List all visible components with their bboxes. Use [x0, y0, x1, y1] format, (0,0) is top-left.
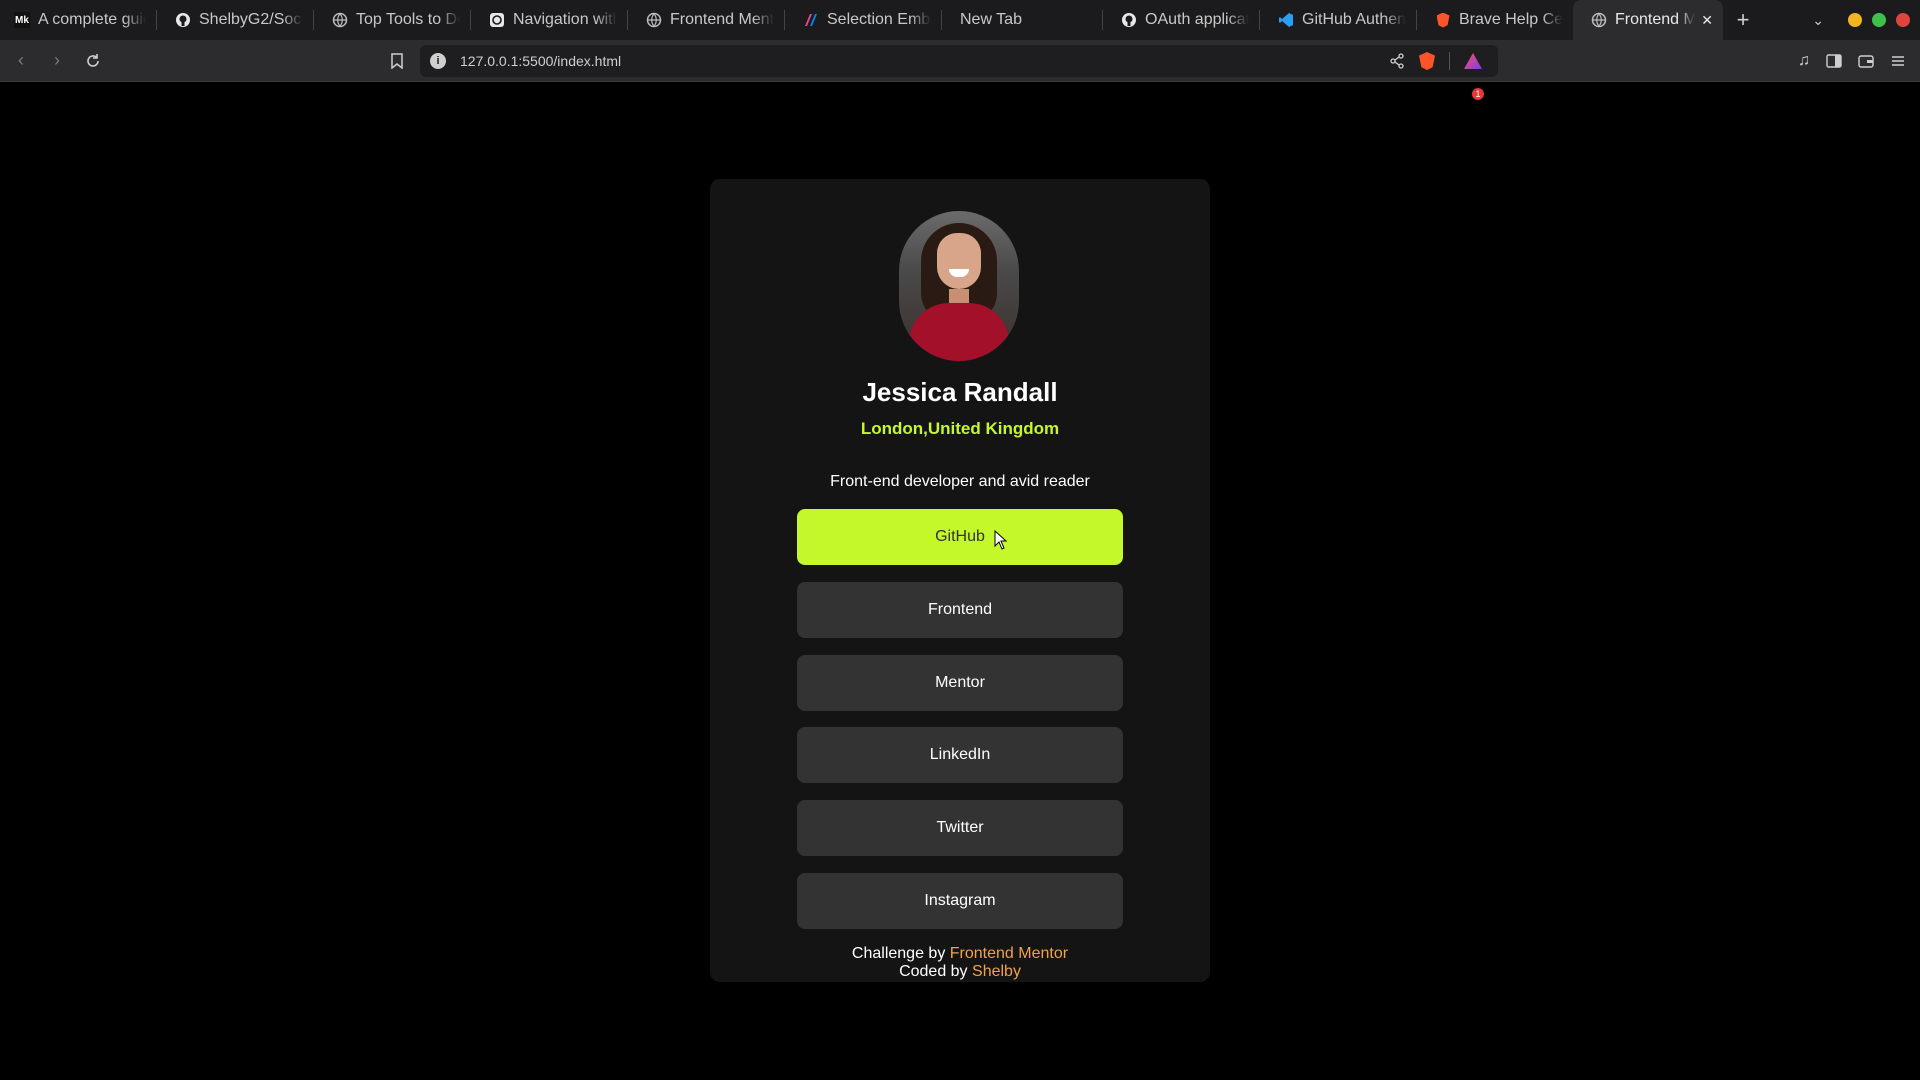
- twitter-link-button[interactable]: Twitter: [797, 800, 1123, 856]
- globe-icon: [332, 12, 348, 28]
- github-icon: [175, 12, 191, 28]
- tab-title: A complete guid: [38, 11, 146, 28]
- chevron-down-icon[interactable]: ⌄: [1812, 12, 1824, 29]
- browser-tab[interactable]: Top Tools to De: [314, 0, 470, 40]
- github-link-button[interactable]: GitHub: [797, 509, 1123, 565]
- tab-bar: Mk A complete guid ShelbyG2/Social Top T…: [0, 0, 1920, 40]
- avatar: [899, 211, 1019, 361]
- share-icon[interactable]: [1389, 53, 1405, 69]
- info-icon[interactable]: i: [430, 53, 446, 69]
- profile-location: London,United Kingdom: [860, 419, 1060, 438]
- minimize-button[interactable]: [1848, 13, 1862, 27]
- close-window-button[interactable]: [1896, 13, 1910, 27]
- globe-icon: [646, 12, 662, 28]
- browser-tab[interactable]: ShelbyG2/Social: [157, 0, 313, 40]
- attribution: Challenge by Frontend Mentor Coded by Sh…: [710, 945, 1210, 981]
- reload-button[interactable]: [78, 46, 108, 76]
- back-button[interactable]: ‹: [6, 46, 36, 76]
- tab-title: Frontend Me: [1615, 11, 1696, 28]
- sidebar-icon[interactable]: [1826, 53, 1842, 69]
- coded-line: Coded by Shelby: [710, 963, 1210, 981]
- globe-icon: [1591, 12, 1607, 28]
- browser-tab-active[interactable]: Frontend Me ✕: [1573, 0, 1723, 40]
- browser-tab[interactable]: OAuth applicatio: [1103, 0, 1259, 40]
- brave-rewards-icon[interactable]: [1464, 53, 1482, 69]
- menu-icon[interactable]: [1890, 53, 1906, 69]
- vscode-icon: [1278, 12, 1294, 28]
- browser-tab[interactable]: New Tab: [942, 0, 1102, 40]
- browser-tab[interactable]: Mk A complete guid: [0, 0, 156, 40]
- reload-icon: [87, 53, 99, 67]
- tab-title: New Tab: [960, 11, 1022, 28]
- maximize-button[interactable]: [1872, 13, 1886, 27]
- window-controls: ⌄: [1812, 0, 1920, 40]
- tab-title: ShelbyG2/Social: [199, 11, 303, 28]
- browser-tab[interactable]: Frontend Mento: [628, 0, 784, 40]
- rewards-badge: 1: [1472, 88, 1484, 100]
- author-link[interactable]: Shelby: [972, 963, 1021, 980]
- tab-title: GitHub Authenti: [1302, 11, 1406, 28]
- tab-title: OAuth applicatio: [1145, 11, 1249, 28]
- url-actions: [1389, 45, 1482, 77]
- url-text[interactable]: 127.0.0.1:5500/index.html: [460, 53, 621, 69]
- profile-name: Jessica Randall: [862, 377, 1058, 407]
- tab-title: Frontend Mento: [670, 11, 774, 28]
- divider: [1449, 52, 1450, 70]
- linkedin-link-button[interactable]: LinkedIn: [797, 727, 1123, 783]
- frontend-mentor-link[interactable]: Frontend Mentor: [950, 945, 1068, 962]
- forward-button[interactable]: ›: [42, 46, 72, 76]
- instagram-link-button[interactable]: Instagram: [797, 873, 1123, 929]
- challenge-prefix: Challenge by: [851, 945, 946, 962]
- colorful-icon: [803, 12, 819, 28]
- new-tab-button[interactable]: +: [1723, 7, 1763, 33]
- profile-bio: Front-end developer and avid reader: [830, 473, 1090, 490]
- bookmark-button[interactable]: [386, 48, 408, 74]
- profile-card: Jessica Randall London,United Kingdom Fr…: [710, 179, 1210, 982]
- browser-tab[interactable]: Navigation with: [471, 0, 627, 40]
- site-icon: [489, 12, 505, 28]
- media-icon[interactable]: ♫: [1798, 52, 1810, 70]
- browser-tab[interactable]: Selection Embe: [785, 0, 941, 40]
- close-tab-icon[interactable]: ✕: [1701, 12, 1713, 29]
- tab-title: Top Tools to De: [356, 11, 460, 28]
- toolbar-right: ♫: [1798, 40, 1906, 82]
- wallet-icon[interactable]: [1858, 53, 1874, 69]
- medium-icon: Mk: [14, 12, 30, 28]
- address-bar[interactable]: i 127.0.0.1:5500/index.html: [420, 45, 1498, 77]
- tab-title: Selection Embe: [827, 11, 931, 28]
- github-icon: [1121, 12, 1137, 28]
- tab-title: Navigation with: [513, 11, 617, 28]
- browser-toolbar: ‹ › i 127.0.0.1:5500/index.html 1 ♫: [0, 40, 1920, 100]
- brave-icon: [1435, 12, 1451, 28]
- tab-title: Brave Help Cent: [1459, 11, 1563, 28]
- bookmark-icon: [391, 53, 403, 69]
- coded-prefix: Coded by: [899, 963, 968, 980]
- mouse-cursor-icon: [994, 530, 1008, 550]
- browser-tab[interactable]: GitHub Authenti: [1260, 0, 1416, 40]
- challenge-line: Challenge by Frontend Mentor: [710, 945, 1210, 963]
- browser-tab[interactable]: Brave Help Cent: [1417, 0, 1573, 40]
- brave-shields-icon[interactable]: [1419, 52, 1435, 70]
- mentor-link-button[interactable]: Mentor: [797, 655, 1123, 711]
- frontend-link-button[interactable]: Frontend: [797, 582, 1123, 638]
